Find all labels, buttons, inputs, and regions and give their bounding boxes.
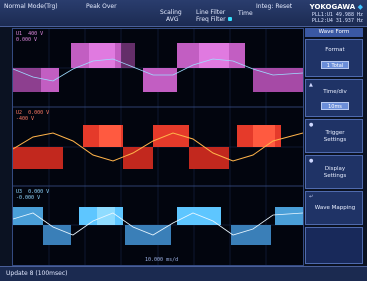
time-indicator: Time <box>238 10 253 17</box>
logo-diamond-icon: ◆ <box>357 3 363 11</box>
line-filter-indicator: Line Filter <box>196 9 226 16</box>
channel-1-offset: 0.000 V <box>16 37 38 43</box>
display-settings-label: Display Settings <box>323 166 347 179</box>
waveform-graph <box>13 29 303 265</box>
format-value: 1 Total <box>321 61 349 69</box>
status-bar: Normal Mode(Trg) Peak Over Scaling AVG L… <box>0 0 367 27</box>
softkey-menu: Wave Form Format 1 Total ▲ Time/div 10ms… <box>305 28 363 264</box>
freq-filter-dot-icon <box>227 17 232 21</box>
instrument-screen: Normal Mode(Trg) Peak Over Scaling AVG L… <box>0 0 367 281</box>
bullet-icon: ● <box>309 158 314 164</box>
measurement-mode: Normal Mode(Trg) <box>4 3 58 10</box>
scaling-indicator: Scaling <box>160 9 182 16</box>
update-rate: Update 8 (100msec) <box>6 270 68 277</box>
display-settings-softkey[interactable]: ● Display Settings <box>305 155 363 189</box>
bottom-status-bar: Update 8 (100msec) <box>0 266 367 281</box>
format-softkey[interactable]: Format 1 Total <box>305 39 363 77</box>
freq-filter-indicator: Freq Filter <box>196 16 232 23</box>
format-label: Format <box>325 47 345 53</box>
trigger-settings-label: Trigger Settings <box>323 130 347 143</box>
trigger-settings-softkey[interactable]: ● Trigger Settings <box>305 119 363 153</box>
return-arrow-icon: ↵ <box>309 194 314 200</box>
pll2-readout: PLL2:U4 31.937 Hz <box>311 18 363 24</box>
integration-status: Integ: Reset <box>256 3 293 10</box>
empty-softkey[interactable] <box>305 227 363 264</box>
avg-indicator: AVG <box>166 16 179 23</box>
triangle-icon: ▲ <box>309 82 313 88</box>
bullet-icon: ● <box>309 122 314 128</box>
time-div-value: 10ms <box>321 102 349 110</box>
wave-mapping-label: Wave Mapping <box>314 205 356 211</box>
channel-2-offset: -400 V <box>16 116 35 122</box>
peak-over-indicator: Peak Over <box>86 3 117 10</box>
yokogawa-logo: YOKOGAWA ◆ <box>309 3 363 11</box>
waveform-display[interactable]: U1 400 V 0.000 V U2 0.000 V -400 V U3 0.… <box>12 28 304 266</box>
time-div-label: Time/div <box>323 89 347 95</box>
menu-title: Wave Form <box>305 28 363 37</box>
time-div-readout: 10.000 ms/d <box>145 257 179 263</box>
time-div-softkey[interactable]: ▲ Time/div 10ms <box>305 79 363 117</box>
channel-3-offset: -0.000 V <box>16 195 41 201</box>
wave-mapping-softkey[interactable]: ↵ Wave Mapping <box>305 191 363 225</box>
